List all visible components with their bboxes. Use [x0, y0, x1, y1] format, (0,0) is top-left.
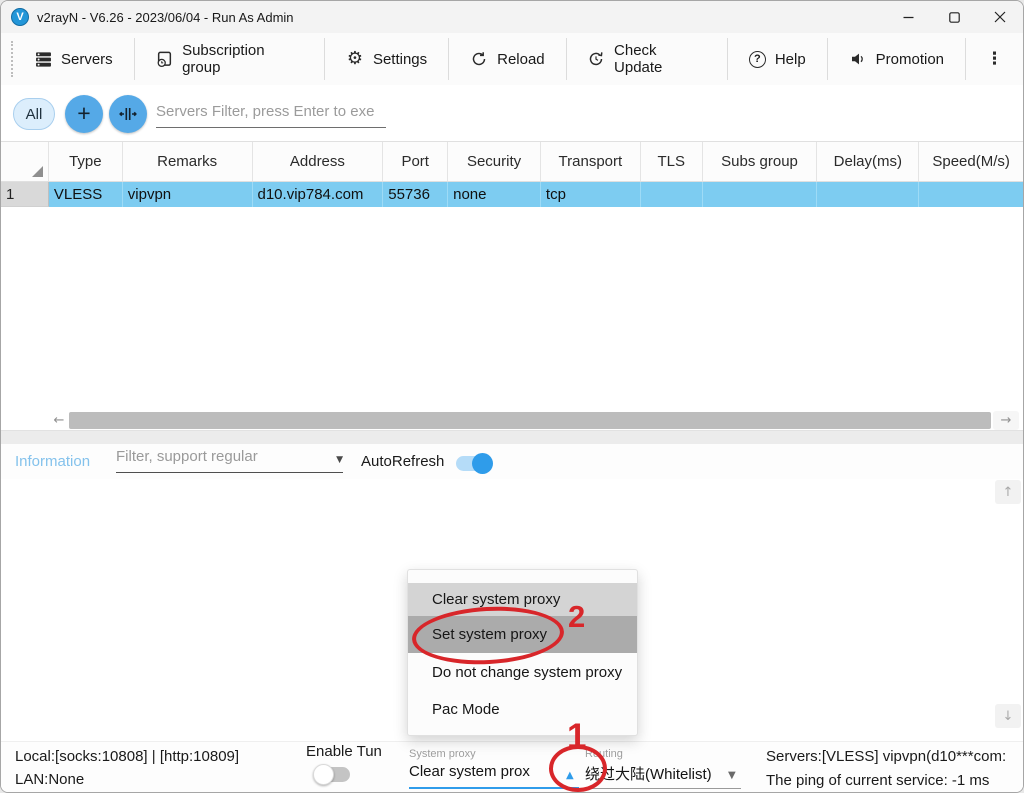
- information-toolbar: Information Filter, support regular ▼ Au…: [1, 444, 1023, 479]
- maximize-button[interactable]: [931, 1, 977, 33]
- menu-item-set-system-proxy[interactable]: Set system proxy: [408, 616, 637, 653]
- subscription-group-button[interactable]: Subscription group: [135, 37, 324, 81]
- server-table-header: Type Remarks Address Port Security Trans…: [1, 141, 1023, 182]
- subscription-group-button-label: Subscription group: [182, 42, 303, 76]
- scroll-right-icon[interactable]: →: [993, 411, 1019, 430]
- server-filter-row: All +: [1, 85, 1023, 141]
- status-bar: Local:[socks:10808] | [http:10809] LAN:N…: [1, 741, 1023, 793]
- horizontal-scrollbar-thumb[interactable]: [69, 412, 991, 429]
- log-filter-placeholder: Filter, support regular: [116, 448, 258, 465]
- chevron-up-icon[interactable]: ▲: [566, 770, 574, 781]
- settings-button[interactable]: ⚙ Settings: [325, 37, 448, 81]
- main-toolbar: Servers Subscription group ⚙ Settings Re…: [1, 33, 1023, 85]
- cell-remarks[interactable]: vipvpn: [123, 182, 253, 207]
- check-update-icon: [588, 50, 605, 68]
- subscription-all-tab[interactable]: All: [13, 98, 55, 130]
- autorefresh-label: AutoRefresh: [361, 453, 444, 470]
- current-server-status: Servers:[VLESS] vipvpn(d10***com:: [766, 748, 1006, 765]
- system-proxy-value[interactable]: Clear system prox: [409, 763, 530, 780]
- reload-button[interactable]: Reload: [449, 37, 566, 81]
- select-all-corner-cell[interactable]: [1, 142, 49, 181]
- horizontal-scrollbar[interactable]: ← →: [1, 411, 1023, 430]
- corner-triangle-icon: [32, 166, 43, 177]
- column-header-port[interactable]: Port: [383, 142, 448, 181]
- column-header-type[interactable]: Type: [49, 142, 123, 181]
- column-header-tls[interactable]: TLS: [641, 142, 703, 181]
- servers-button[interactable]: Servers: [13, 37, 134, 81]
- check-update-button-label: Check Update: [614, 42, 706, 76]
- routing-combobox[interactable]: Routing 绕过大陆(Whitelist): [585, 748, 712, 784]
- gear-icon: ⚙: [346, 50, 364, 68]
- column-header-security[interactable]: Security: [448, 142, 541, 181]
- ping-status: The ping of current service: -1 ms: [766, 772, 989, 789]
- toggle-knob: [313, 764, 334, 785]
- menu-item-pac-mode[interactable]: Pac Mode: [408, 691, 637, 728]
- chevron-down-icon[interactable]: ▼: [728, 770, 736, 781]
- cell-delay[interactable]: [817, 182, 919, 207]
- split-view-button[interactable]: [109, 95, 147, 133]
- scroll-left-icon[interactable]: ←: [49, 411, 69, 430]
- row-number-cell[interactable]: 1: [1, 182, 49, 207]
- scroll-up-icon[interactable]: ↑: [995, 480, 1021, 504]
- speaker-icon: [849, 50, 867, 68]
- cell-speed[interactable]: [919, 182, 1023, 207]
- reload-icon: [470, 50, 488, 68]
- promotion-button[interactable]: Promotion: [828, 37, 965, 81]
- toggle-knob: [472, 453, 493, 474]
- column-header-subs-group[interactable]: Subs group: [703, 142, 818, 181]
- split-view-icon: [119, 105, 137, 123]
- minimize-button[interactable]: [885, 1, 931, 33]
- cell-transport[interactable]: tcp: [541, 182, 641, 207]
- window-title: v2rayN - V6.26 - 2023/06/04 - Run As Adm…: [37, 10, 294, 25]
- subscription-group-icon: [156, 50, 173, 68]
- titlebar: V v2rayN - V6.26 - 2023/06/04 - Run As A…: [1, 1, 1023, 33]
- cell-tls[interactable]: [641, 182, 703, 207]
- column-header-address[interactable]: Address: [253, 142, 384, 181]
- cell-address[interactable]: d10.vip784.com: [253, 182, 384, 207]
- close-button[interactable]: [977, 1, 1023, 33]
- log-filter-combobox[interactable]: Filter, support regular ▼: [116, 448, 343, 473]
- cell-subs-group[interactable]: [703, 182, 818, 207]
- app-window: V v2rayN - V6.26 - 2023/06/04 - Run As A…: [0, 0, 1024, 793]
- app-logo-icon: V: [11, 8, 29, 26]
- check-update-button[interactable]: Check Update: [567, 37, 727, 81]
- cell-type[interactable]: VLESS: [49, 182, 123, 207]
- help-button-label: Help: [775, 51, 806, 68]
- table-row[interactable]: 1 VLESS vipvpn d10.vip784.com 55736 none…: [1, 182, 1023, 207]
- add-server-button[interactable]: +: [65, 95, 103, 133]
- system-proxy-underline: [409, 787, 579, 789]
- autorefresh-toggle[interactable]: [456, 456, 490, 471]
- information-label: Information: [15, 453, 90, 470]
- servers-icon: [34, 50, 52, 68]
- routing-underline: [585, 788, 741, 789]
- routing-label: Routing: [585, 748, 712, 760]
- system-proxy-dropdown-menu: Clear system proxy Set system proxy Do n…: [407, 569, 638, 736]
- menu-item-do-not-change-system-proxy[interactable]: Do not change system proxy: [408, 653, 637, 691]
- promotion-button-label: Promotion: [876, 51, 944, 68]
- routing-value[interactable]: 绕过大陆(Whitelist): [585, 763, 712, 784]
- help-icon: ?: [749, 51, 766, 68]
- local-ports-status: Local:[socks:10808] | [http:10809]: [15, 748, 239, 765]
- system-proxy-combobox[interactable]: System proxy Clear system prox: [409, 748, 530, 780]
- help-button[interactable]: ? Help: [728, 37, 827, 81]
- enable-tun-toggle[interactable]: [316, 767, 350, 782]
- cell-port[interactable]: 55736: [383, 182, 448, 207]
- menu-item-clear-system-proxy[interactable]: Clear system proxy: [408, 583, 637, 616]
- scroll-down-icon[interactable]: ↓: [995, 704, 1021, 728]
- enable-tun-label: Enable Tun: [306, 743, 382, 760]
- cell-security[interactable]: none: [448, 182, 541, 207]
- lan-status: LAN:None: [15, 771, 84, 788]
- column-header-speed[interactable]: Speed(M/s): [919, 142, 1023, 181]
- column-header-transport[interactable]: Transport: [541, 142, 641, 181]
- reload-button-label: Reload: [497, 51, 545, 68]
- chevron-down-icon: ▼: [336, 455, 343, 465]
- servers-button-label: Servers: [61, 51, 113, 68]
- settings-button-label: Settings: [373, 51, 427, 68]
- column-header-delay[interactable]: Delay(ms): [817, 142, 919, 181]
- pane-splitter[interactable]: [1, 430, 1023, 444]
- overflow-menu-button[interactable]: ⋮: [966, 49, 1023, 69]
- column-header-remarks[interactable]: Remarks: [123, 142, 253, 181]
- servers-filter-input[interactable]: [156, 101, 386, 128]
- system-proxy-label: System proxy: [409, 748, 530, 760]
